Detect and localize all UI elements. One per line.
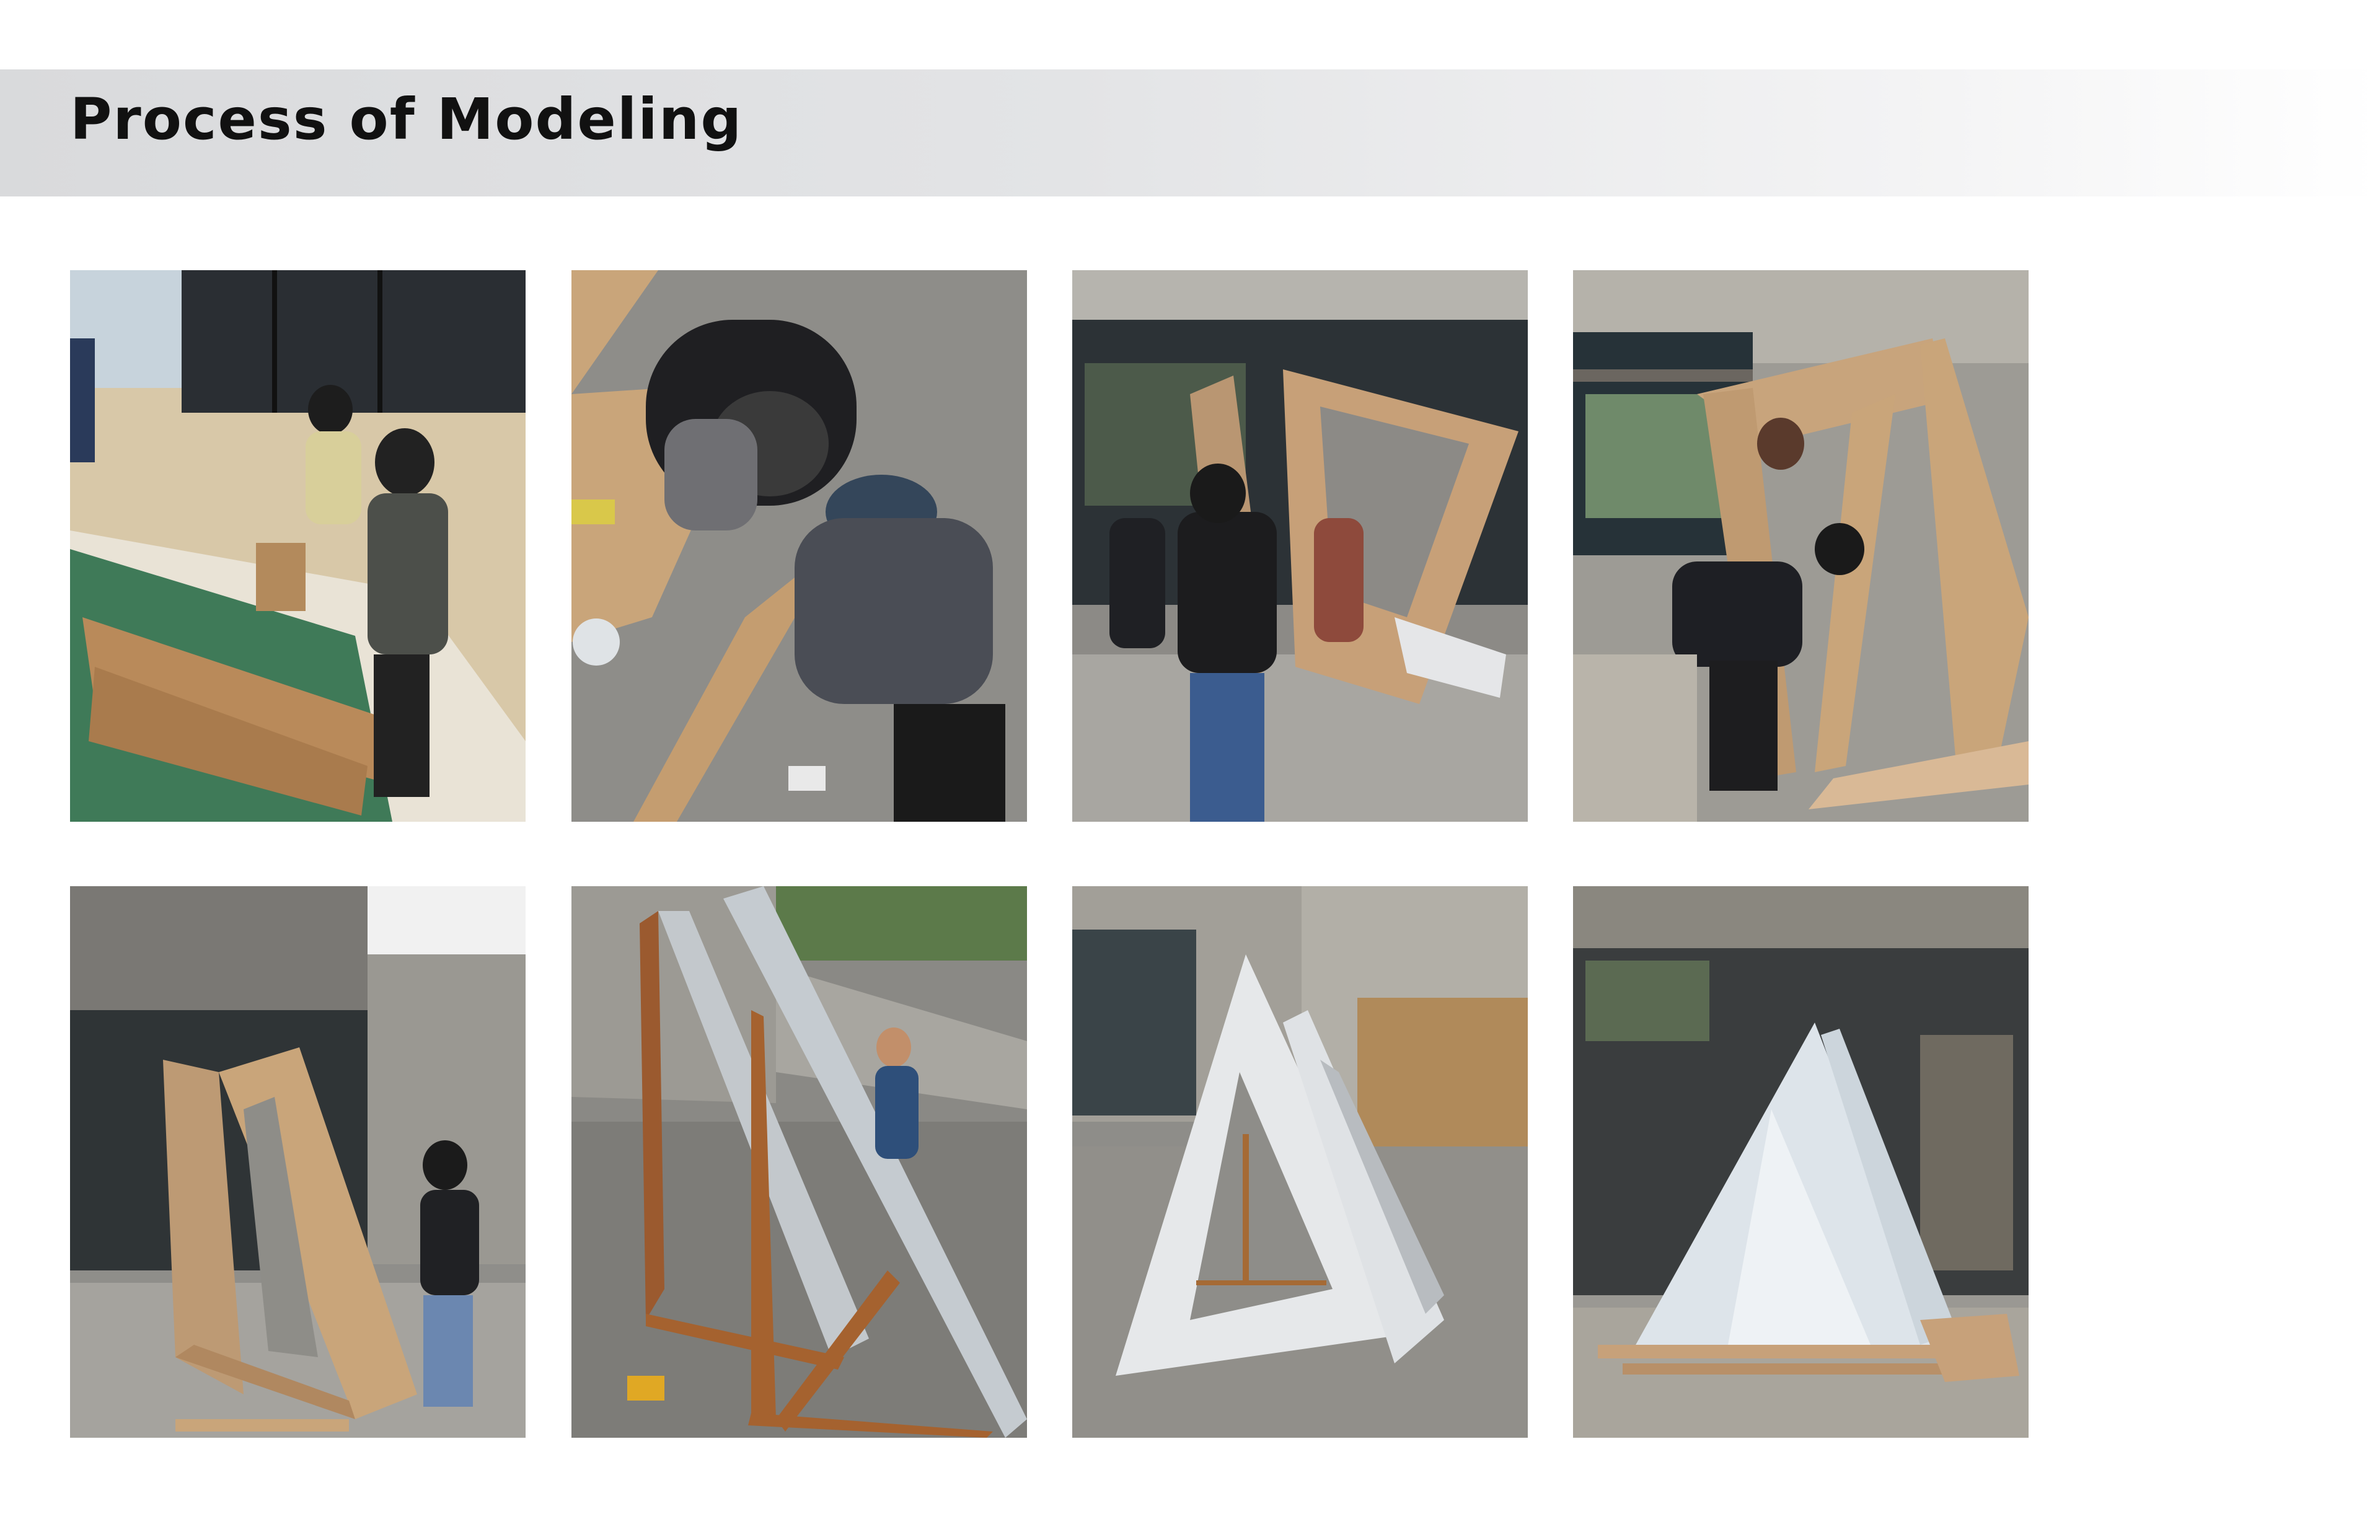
plastic-wrapped-pavilion-photo (1573, 886, 2029, 1438)
page-title: Process of Modeling (70, 86, 743, 152)
wooden-frame-structure-photo (571, 886, 1027, 1438)
cardboard-mockup-with-person-photo (70, 886, 526, 1438)
assembling-cardboard-frame-photo (1072, 270, 1528, 822)
workshop-cardboard-cutting-photo (70, 270, 526, 822)
standing-cardboard-frame-photo (1573, 270, 2029, 822)
white-triangular-frames-photo (1072, 886, 1528, 1438)
cutting-cardboard-on-floor-photo (571, 270, 1027, 822)
